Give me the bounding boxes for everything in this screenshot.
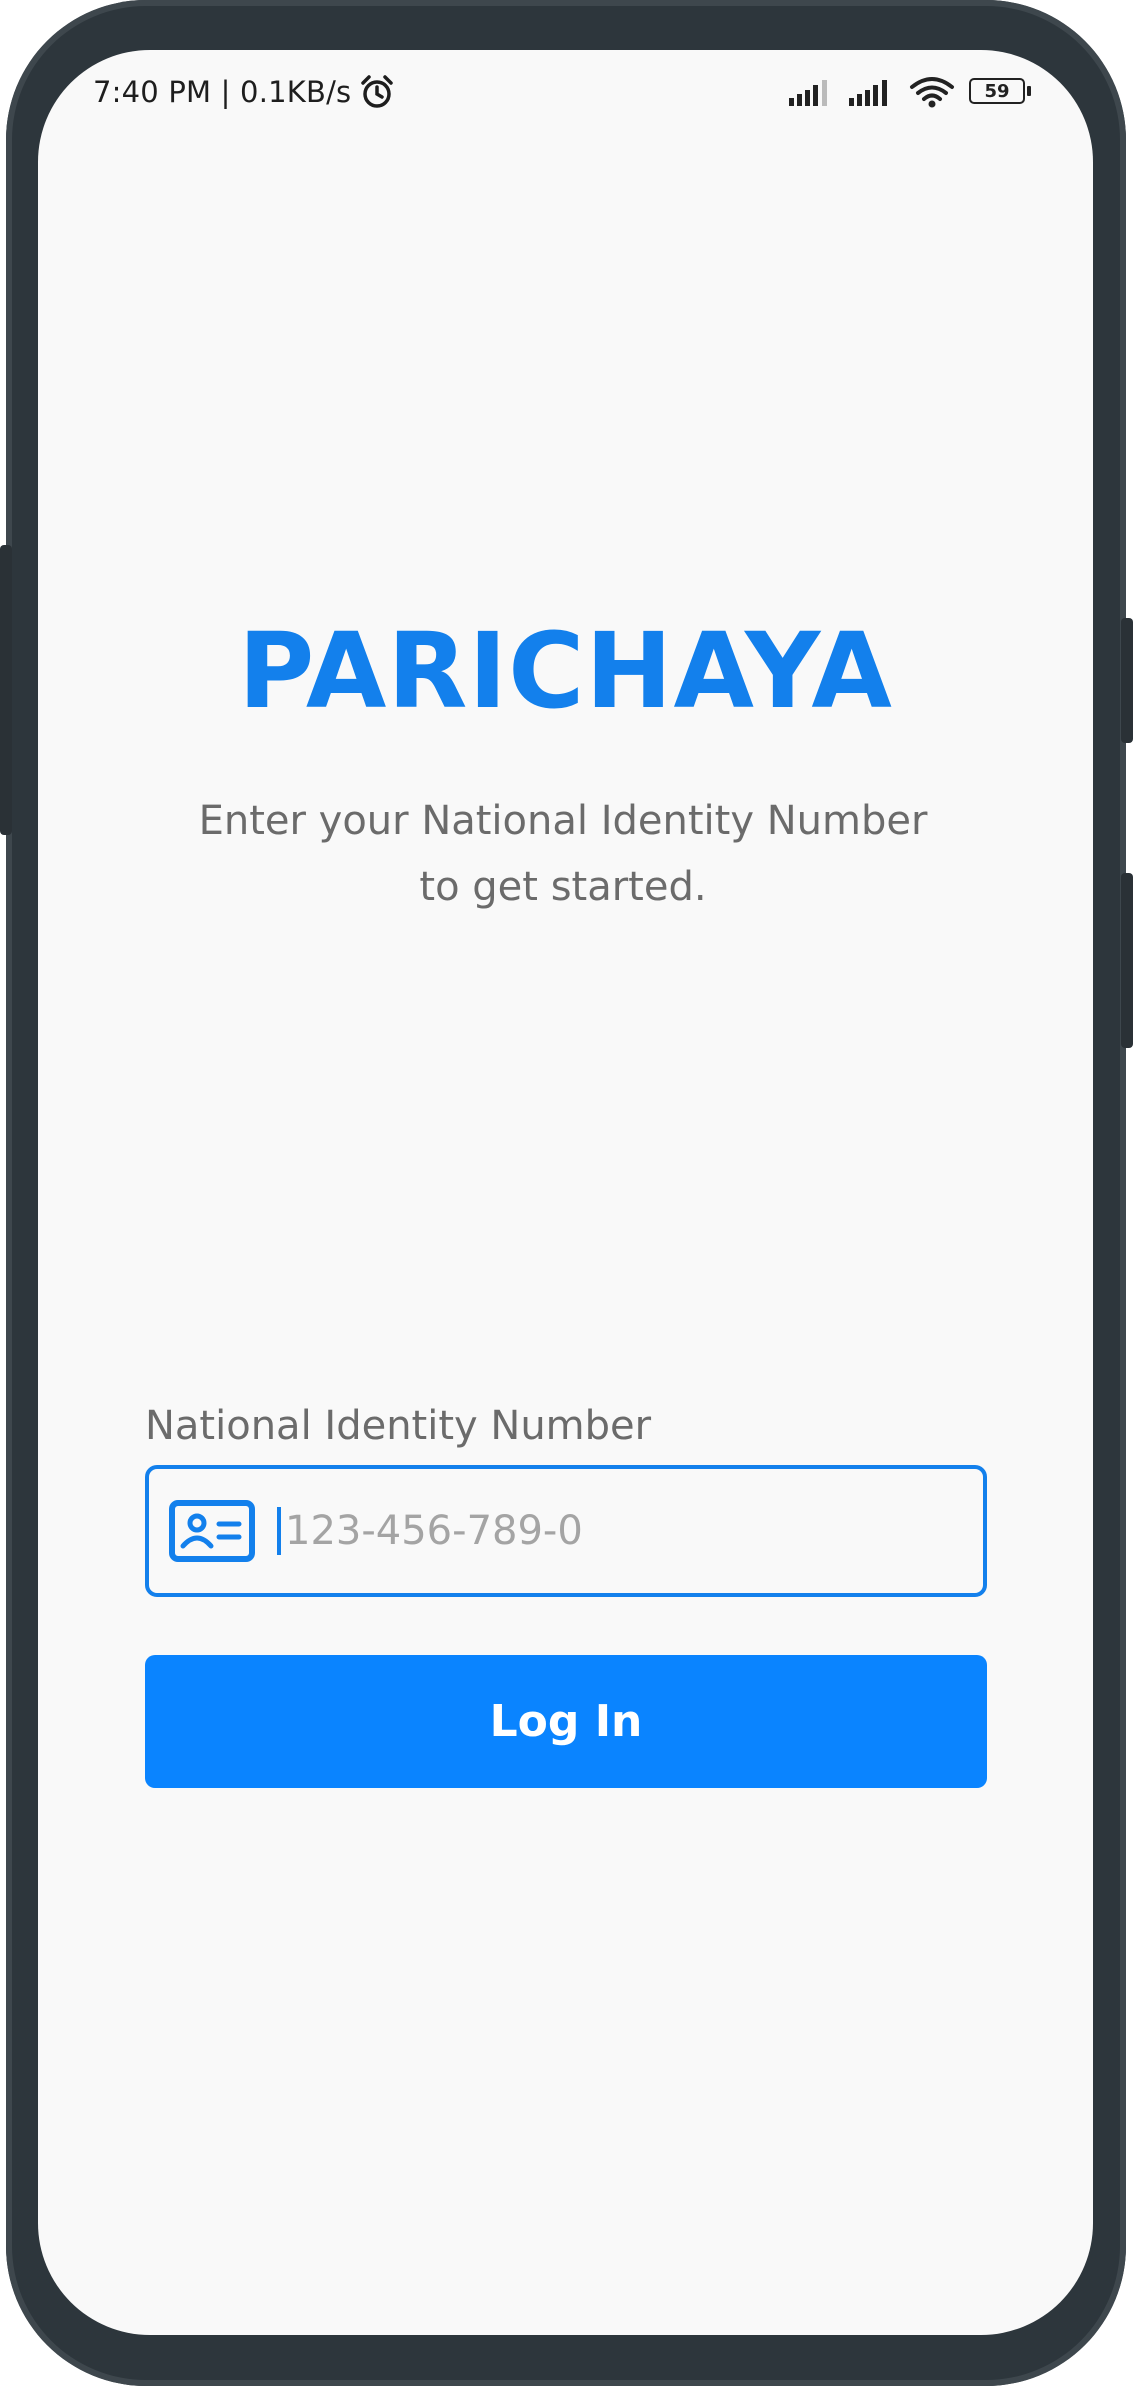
wifi-icon — [910, 77, 954, 108]
subtitle-line-2: to get started. — [419, 864, 707, 910]
status-left: 7:40 PM | 0.1KB/s — [93, 74, 395, 110]
app-title: PARICHAYA — [238, 610, 893, 732]
app-screen: 7:40 PM | 0.1KB/s 59 PARICHAYA Enter you… — [38, 50, 1093, 2335]
nin-label: National Identity Number — [145, 1403, 652, 1449]
side-key — [1121, 873, 1133, 1048]
alarm-icon — [361, 75, 394, 108]
status-bar: 7:40 PM | 0.1KB/s 59 — [38, 50, 1093, 150]
nin-input[interactable] — [285, 1508, 935, 1554]
status-right: 59 — [789, 76, 1033, 108]
subtitle-line-1: Enter your National Identity Number — [198, 798, 928, 844]
nin-input-box[interactable] — [145, 1465, 987, 1597]
status-time: 7:40 PM | 0.1KB/s — [93, 75, 352, 109]
subtitle: Enter your National Identity Number to g… — [118, 788, 1008, 920]
signal-icon — [789, 80, 827, 106]
battery-level: 59 — [984, 80, 1010, 102]
power-button — [1121, 618, 1133, 743]
signal-icon — [849, 80, 887, 106]
volume-button — [0, 545, 12, 835]
text-caret — [277, 1507, 281, 1555]
battery-icon: 59 — [969, 78, 1033, 106]
login-button[interactable]: Log In — [145, 1655, 987, 1788]
login-button-label: Log In — [489, 1696, 643, 1747]
id-card-icon — [169, 1500, 255, 1562]
